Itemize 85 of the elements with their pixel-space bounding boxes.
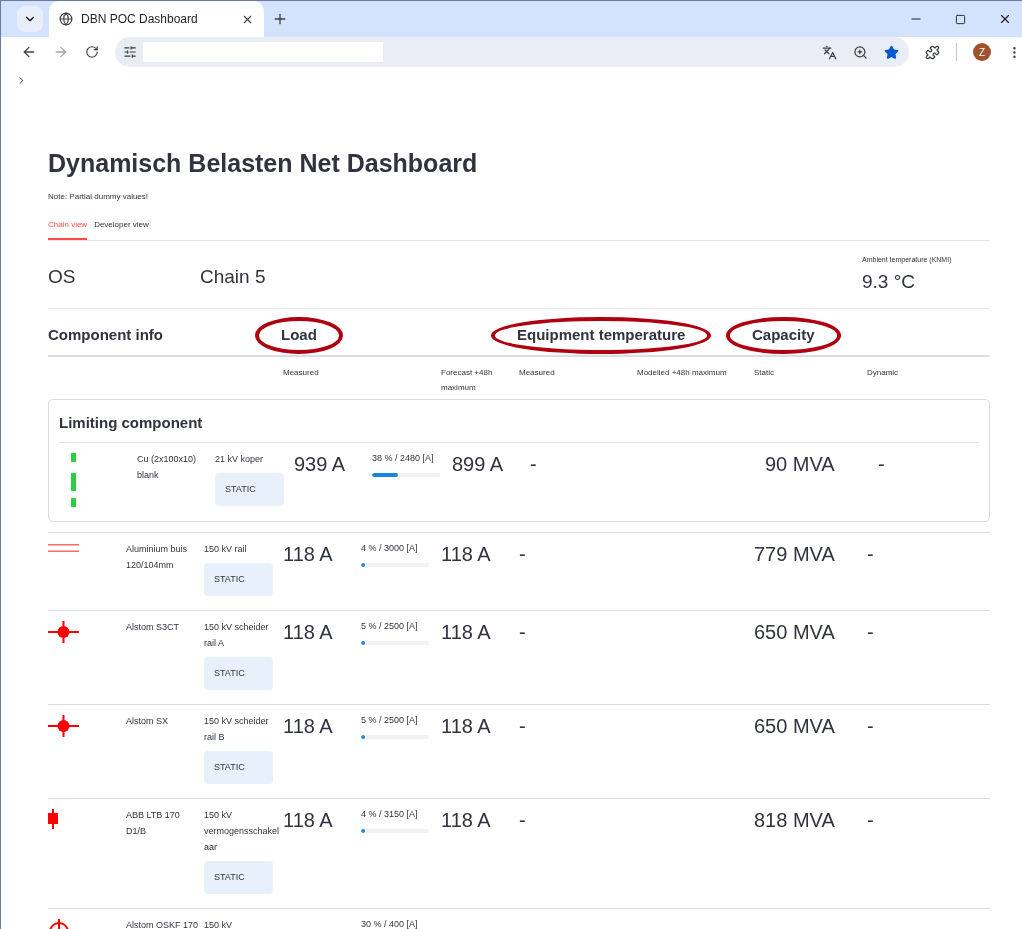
usage-text: 5 % / 2500 [A] (361, 620, 419, 633)
column-label: Measured (283, 366, 320, 379)
column-label: Forecast +48h maximum (441, 366, 494, 394)
column-label: Measured (519, 366, 556, 379)
static-capacity: 650 MVA (754, 621, 835, 643)
measured-load: 118 A (283, 543, 333, 565)
busbar-icon (71, 453, 77, 507)
status-badge: STATIC (204, 861, 273, 894)
dynamic-capacity: - (867, 809, 874, 831)
profile-avatar[interactable]: Z (973, 43, 992, 61)
measured-load: 118 A (283, 809, 333, 831)
temperature-measured: - (519, 621, 526, 643)
chain-name: Chain 5 (200, 265, 267, 289)
close-icon[interactable] (998, 12, 1012, 26)
usage-text: 38 % / 2480 [A] (372, 452, 435, 465)
component-voltage: 150 kV rail (204, 543, 247, 556)
temperature-measured: - (530, 453, 537, 475)
dynamic-capacity: - (867, 543, 874, 565)
usage-text: 4 % / 3150 [A] (361, 808, 419, 821)
page-title: Dynamisch Belasten Net Dashboard (48, 148, 479, 179)
forecast-load: 118 A (441, 621, 491, 643)
card-title: Limiting component (59, 411, 979, 443)
component-name: Alstom SX (126, 715, 169, 728)
status-badge: STATIC (204, 751, 273, 784)
component-voltage: 150 kV vermogensschakelaar (204, 809, 281, 854)
dynamic-capacity: - (867, 621, 874, 643)
status-badge: STATIC (204, 657, 273, 690)
dynamic-capacity: - (867, 715, 874, 737)
ambient-temperature: 9.3 °C (862, 269, 916, 294)
view-tab[interactable]: Developer view (94, 219, 149, 240)
status-badge: STATIC (204, 563, 273, 596)
tab-title: DBN POC Dashboard (81, 11, 199, 28)
translate-icon[interactable] (822, 44, 838, 60)
forecast-load: 118 A (441, 543, 491, 565)
breaker-icon (48, 809, 58, 829)
note-text: Note: Partial dummy values! (48, 191, 150, 203)
section-heading: Capacity (726, 317, 841, 354)
tab-list-button[interactable] (17, 6, 43, 32)
component-name: Alstom S3CT (126, 621, 180, 634)
globe-icon (59, 12, 73, 26)
component-name: ABB LTB 170 D1/B (126, 809, 181, 838)
measured-load: 939 A (294, 453, 346, 475)
component-name: Aluminium buis 120/104mm (126, 543, 189, 572)
extensions-icon[interactable] (925, 44, 941, 60)
site-settings-icon[interactable] (122, 45, 137, 59)
station-name: OS (48, 265, 77, 289)
column-label: Modelled +48h maximum (637, 366, 728, 379)
temperature-measured: - (519, 715, 526, 737)
section-heading: Equipment temperature (491, 317, 712, 354)
column-label: Static (754, 366, 775, 379)
temperature-measured: - (519, 809, 526, 831)
usage-text: 30 % / 400 [A] (361, 918, 419, 929)
maximize-icon[interactable] (955, 13, 966, 25)
disconnector-icon (48, 715, 79, 737)
forecast-load: 118 A (441, 715, 491, 737)
component-voltage: 150 kV scheider rail B (204, 715, 270, 744)
component-voltage: 150 kV scheider rail A (204, 621, 270, 650)
temperature-measured: - (519, 543, 526, 565)
status-badge: STATIC (215, 473, 284, 506)
section-heading: Load (255, 317, 343, 354)
disconnector-icon (48, 621, 79, 643)
usage-text: 4 % / 3000 [A] (361, 542, 419, 555)
static-capacity: 90 MVA (765, 453, 835, 475)
static-capacity: 818 MVA (754, 809, 835, 831)
zoom-icon[interactable] (853, 44, 869, 60)
dynamic-capacity: - (878, 453, 885, 475)
new-tab-icon[interactable] (272, 11, 288, 27)
rail-icon (48, 543, 79, 553)
measured-load: 118 A (283, 715, 333, 737)
component-name: Alstom OSKF 170 (126, 919, 200, 929)
forecast-load: 118 A (441, 809, 491, 831)
usage-text: 5 % / 2500 [A] (361, 714, 419, 727)
column-label: Dynamic (867, 366, 900, 379)
section-heading: Component info (48, 325, 163, 345)
forecast-load: 899 A (452, 453, 504, 475)
back-icon[interactable] (21, 44, 37, 60)
component-voltage: 150 kV (204, 919, 233, 929)
star-icon[interactable] (884, 44, 900, 60)
static-capacity: 650 MVA (754, 715, 835, 737)
measured-load: 118 A (283, 621, 333, 643)
reload-icon[interactable] (84, 45, 99, 59)
static-capacity: 779 MVA (754, 543, 835, 565)
browser-tab[interactable]: DBN POC Dashboard (49, 1, 264, 37)
component-voltage: 21 kV koper (215, 453, 264, 466)
component-name: Cu (2x100x10) blank (137, 453, 198, 482)
